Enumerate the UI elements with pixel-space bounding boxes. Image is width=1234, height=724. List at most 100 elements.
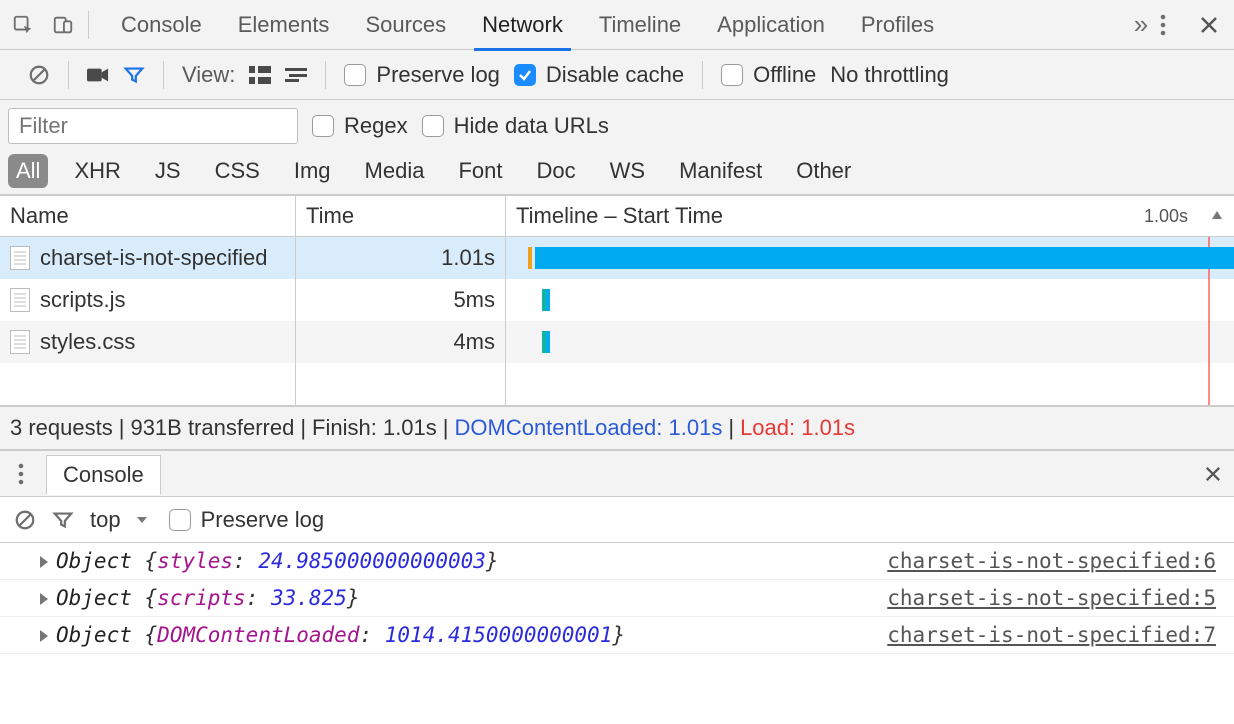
console-drawer: Console top Preserve log Object {styles:… [0,449,1234,654]
drawer-tabstrip: Console [0,451,1234,497]
timeline-tick: 1.00s [1144,206,1188,227]
tab-sources[interactable]: Sources [347,0,464,50]
console-preserve-log-toggle[interactable]: Preserve log [169,507,325,533]
row-name: charset-is-not-specified [40,245,267,271]
grid-summary: 3 requests | 931B transferred | Finish: … [0,406,1234,449]
separator [68,61,69,89]
drawer-tab-console[interactable]: Console [46,455,161,495]
table-row[interactable]: scripts.js 5ms [0,279,1234,321]
hide-data-urls-toggle[interactable]: Hide data URLs [422,113,609,139]
document-icon [10,288,30,312]
tab-elements[interactable]: Elements [220,0,348,50]
preserve-log-label: Preserve log [376,62,500,88]
row-time: 4ms [295,321,505,363]
disclosure-icon [40,556,48,568]
chevron-down-icon [131,509,153,531]
context-select[interactable]: top [90,507,153,533]
filter-input[interactable] [8,108,298,144]
tab-network[interactable]: Network [464,0,581,50]
table-row[interactable]: styles.css 4ms [0,321,1234,363]
console-row[interactable]: Object {styles: 24.985000000000003}chars… [0,543,1234,580]
context-label: top [90,507,121,533]
type-filter-pills: All XHR JS CSS Img Media Font Doc WS Manifest Othe… [8,154,1226,188]
offline-toggle[interactable]: Offline [721,62,816,88]
view-large-icon[interactable] [249,64,271,86]
summary-transferred: 931B transferred [130,415,294,441]
kebab-menu-icon[interactable] [1152,14,1174,36]
inspect-icon[interactable] [12,14,34,36]
regex-toggle[interactable]: Regex [312,113,408,139]
drawer-kebab-icon[interactable] [10,463,32,485]
col-name[interactable]: Name [0,196,295,236]
throttling-select[interactable]: No throttling [830,62,949,88]
col-timeline[interactable]: Timeline – Start Time 1.00s [505,196,1234,236]
camera-icon[interactable] [87,64,109,86]
close-icon[interactable] [1198,14,1220,36]
pill-ws[interactable]: WS [602,154,653,188]
disable-cache-toggle[interactable]: Disable cache [514,62,684,88]
summary-requests: 3 requests [10,415,113,441]
tab-application[interactable]: Application [699,0,843,50]
pill-xhr[interactable]: XHR [66,154,128,188]
offline-label: Offline [753,62,816,88]
pill-all[interactable]: All [8,154,48,188]
separator [88,11,89,39]
view-label: View: [182,62,235,88]
col-time[interactable]: Time [295,196,505,236]
console-source-link[interactable]: charset-is-not-specified:5 [887,586,1216,610]
drawer-close-icon[interactable] [1202,463,1224,485]
disclosure-icon [40,630,48,642]
console-source-link[interactable]: charset-is-not-specified:7 [887,623,1216,647]
disclosure-icon [40,593,48,605]
summary-load: Load: 1.01s [740,415,855,441]
tab-console[interactable]: Console [103,0,220,50]
separator [325,61,326,89]
more-tabs-icon[interactable]: » [1130,14,1152,36]
console-toolbar: top Preserve log [0,497,1234,543]
tab-profiles[interactable]: Profiles [843,0,952,50]
console-clear-icon[interactable] [14,509,36,531]
separator [702,61,703,89]
network-grid: Name Time Timeline – Start Time 1.00s ch… [0,195,1234,406]
console-output: Object {styles: 24.985000000000003}chars… [0,543,1234,654]
preserve-log-toggle[interactable]: Preserve log [344,62,500,88]
console-filter-icon[interactable] [52,509,74,531]
row-name: scripts.js [40,287,126,313]
console-preserve-log-label: Preserve log [201,507,325,533]
pill-img[interactable]: Img [286,154,339,188]
summary-finish: Finish: 1.01s [312,415,437,441]
view-small-icon[interactable] [285,64,307,86]
document-icon [10,246,30,270]
row-time: 5ms [295,279,505,321]
document-icon [10,330,30,354]
table-row[interactable]: charset-is-not-specified 1.01s [0,237,1234,279]
console-row[interactable]: Object {scripts: 33.825}charset-is-not-s… [0,580,1234,617]
device-toggle-icon[interactable] [52,14,74,36]
sort-asc-icon [1206,205,1228,227]
console-row[interactable]: Object {DOMContentLoaded: 1014.415000000… [0,617,1234,654]
grid-body: charset-is-not-specified 1.01s scripts.js 5… [0,237,1234,405]
row-timeline [505,321,1234,363]
console-source-link[interactable]: charset-is-not-specified:6 [887,549,1216,573]
clear-icon[interactable] [28,64,50,86]
pill-font[interactable]: Font [450,154,510,188]
filter-icon[interactable] [123,64,145,86]
col-timeline-label: Timeline – Start Time [516,203,723,229]
network-toolbar: View: Preserve log Disable cache Offline… [0,50,1234,100]
grid-header: Name Time Timeline – Start Time 1.00s [0,195,1234,237]
pill-js[interactable]: JS [147,154,189,188]
tab-timeline[interactable]: Timeline [581,0,699,50]
pill-other[interactable]: Other [788,154,859,188]
pill-doc[interactable]: Doc [528,154,583,188]
separator [163,61,164,89]
row-timeline [505,237,1234,279]
hide-data-urls-label: Hide data URLs [454,113,609,139]
row-time: 1.01s [295,237,505,279]
pill-media[interactable]: Media [357,154,433,188]
pill-css[interactable]: CSS [207,154,268,188]
row-name: styles.css [40,329,135,355]
row-timeline [505,279,1234,321]
network-filterbar: Regex Hide data URLs All XHR JS CSS Img Media… [0,100,1234,195]
pill-manifest[interactable]: Manifest [671,154,770,188]
summary-dcl: DOMContentLoaded: 1.01s [455,415,723,441]
